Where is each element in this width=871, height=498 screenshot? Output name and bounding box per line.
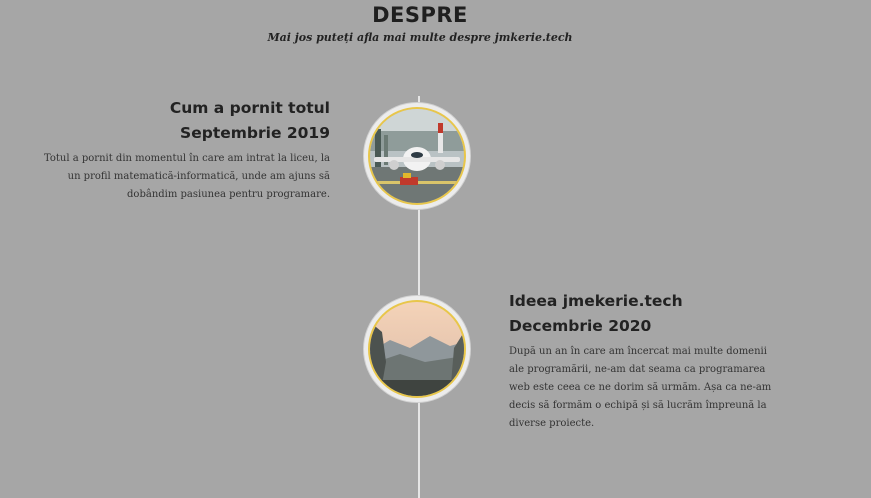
timeline-item-text: Ideea jmekerie.tech Decembrie 2020 După …: [509, 289, 779, 433]
timeline-item-text: Cum a pornit totul Septembrie 2019 Totul…: [40, 96, 330, 204]
timeline-item-date: Decembrie 2020: [509, 317, 652, 335]
about-section-heading: DESPRE Mai jos puteți afla mai multe des…: [0, 0, 840, 45]
timeline-item-date: Septembrie 2019: [180, 124, 330, 142]
timeline-item-description: După un an în care am încercat mai multe…: [509, 346, 772, 429]
timeline-item-title: Ideea jmekerie.tech: [509, 292, 683, 310]
section-subtitle: Mai jos puteți afla mai multe despre jmk…: [267, 31, 573, 44]
mountain-valley-photo: [370, 302, 464, 396]
airplane-photo: [370, 109, 464, 203]
timeline-item-title: Cum a pornit totul: [169, 99, 330, 117]
section-title: DESPRE: [372, 3, 468, 27]
timeline-image-airplane: [364, 103, 470, 209]
timeline-item-description: Totul a pornit din momentul în care am i…: [43, 153, 330, 200]
timeline-image-mountains: [364, 296, 470, 402]
